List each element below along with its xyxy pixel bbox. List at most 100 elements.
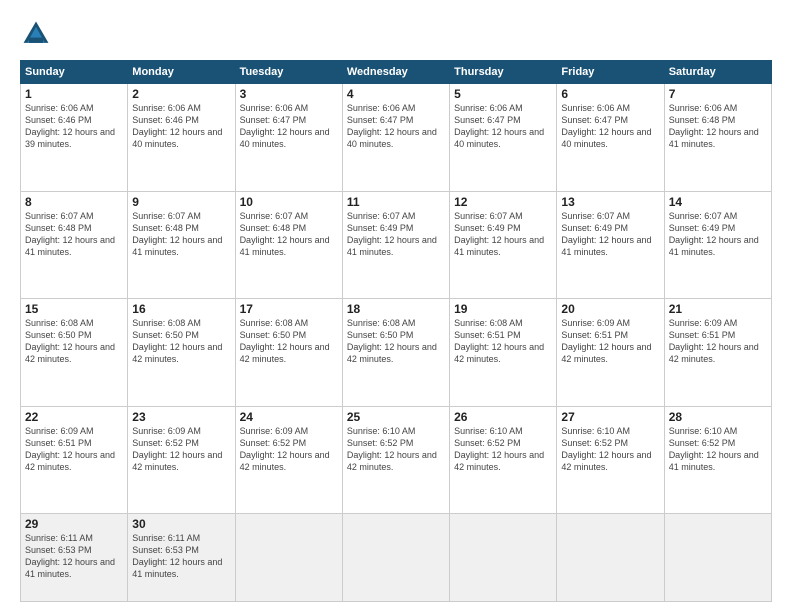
day-info: Sunrise: 6:11 AMSunset: 6:53 PMDaylight:… bbox=[132, 532, 230, 581]
day-number: 3 bbox=[240, 87, 338, 101]
day-number: 30 bbox=[132, 517, 230, 531]
calendar-day bbox=[342, 514, 449, 602]
page: SundayMondayTuesdayWednesdayThursdayFrid… bbox=[0, 0, 792, 612]
day-of-week-header: Monday bbox=[128, 61, 235, 84]
calendar-day: 7Sunrise: 6:06 AMSunset: 6:48 PMDaylight… bbox=[664, 84, 771, 192]
calendar-day: 24Sunrise: 6:09 AMSunset: 6:52 PMDayligh… bbox=[235, 406, 342, 514]
day-number: 19 bbox=[454, 302, 552, 316]
calendar-day: 27Sunrise: 6:10 AMSunset: 6:52 PMDayligh… bbox=[557, 406, 664, 514]
day-number: 20 bbox=[561, 302, 659, 316]
calendar-day bbox=[557, 514, 664, 602]
day-info: Sunrise: 6:06 AMSunset: 6:47 PMDaylight:… bbox=[561, 102, 659, 151]
day-info: Sunrise: 6:09 AMSunset: 6:51 PMDaylight:… bbox=[669, 317, 767, 366]
calendar: SundayMondayTuesdayWednesdayThursdayFrid… bbox=[20, 60, 772, 602]
day-of-week-header: Wednesday bbox=[342, 61, 449, 84]
calendar-day: 18Sunrise: 6:08 AMSunset: 6:50 PMDayligh… bbox=[342, 299, 449, 407]
calendar-day: 13Sunrise: 6:07 AMSunset: 6:49 PMDayligh… bbox=[557, 191, 664, 299]
calendar-day: 6Sunrise: 6:06 AMSunset: 6:47 PMDaylight… bbox=[557, 84, 664, 192]
day-number: 14 bbox=[669, 195, 767, 209]
day-number: 1 bbox=[25, 87, 123, 101]
day-number: 9 bbox=[132, 195, 230, 209]
calendar-day: 22Sunrise: 6:09 AMSunset: 6:51 PMDayligh… bbox=[21, 406, 128, 514]
calendar-day: 28Sunrise: 6:10 AMSunset: 6:52 PMDayligh… bbox=[664, 406, 771, 514]
day-number: 11 bbox=[347, 195, 445, 209]
logo bbox=[20, 18, 56, 50]
calendar-day: 3Sunrise: 6:06 AMSunset: 6:47 PMDaylight… bbox=[235, 84, 342, 192]
day-info: Sunrise: 6:07 AMSunset: 6:49 PMDaylight:… bbox=[669, 210, 767, 259]
day-info: Sunrise: 6:08 AMSunset: 6:50 PMDaylight:… bbox=[347, 317, 445, 366]
day-info: Sunrise: 6:06 AMSunset: 6:46 PMDaylight:… bbox=[25, 102, 123, 151]
day-info: Sunrise: 6:07 AMSunset: 6:49 PMDaylight:… bbox=[454, 210, 552, 259]
day-info: Sunrise: 6:08 AMSunset: 6:51 PMDaylight:… bbox=[454, 317, 552, 366]
calendar-day bbox=[664, 514, 771, 602]
day-number: 6 bbox=[561, 87, 659, 101]
day-number: 4 bbox=[347, 87, 445, 101]
logo-icon bbox=[20, 18, 52, 50]
calendar-day: 20Sunrise: 6:09 AMSunset: 6:51 PMDayligh… bbox=[557, 299, 664, 407]
day-info: Sunrise: 6:09 AMSunset: 6:52 PMDaylight:… bbox=[132, 425, 230, 474]
day-info: Sunrise: 6:06 AMSunset: 6:47 PMDaylight:… bbox=[240, 102, 338, 151]
day-info: Sunrise: 6:09 AMSunset: 6:52 PMDaylight:… bbox=[240, 425, 338, 474]
day-number: 16 bbox=[132, 302, 230, 316]
day-number: 5 bbox=[454, 87, 552, 101]
day-number: 22 bbox=[25, 410, 123, 424]
calendar-day: 15Sunrise: 6:08 AMSunset: 6:50 PMDayligh… bbox=[21, 299, 128, 407]
day-number: 17 bbox=[240, 302, 338, 316]
calendar-day: 14Sunrise: 6:07 AMSunset: 6:49 PMDayligh… bbox=[664, 191, 771, 299]
day-info: Sunrise: 6:07 AMSunset: 6:48 PMDaylight:… bbox=[240, 210, 338, 259]
day-info: Sunrise: 6:10 AMSunset: 6:52 PMDaylight:… bbox=[561, 425, 659, 474]
day-of-week-header: Tuesday bbox=[235, 61, 342, 84]
calendar-day: 4Sunrise: 6:06 AMSunset: 6:47 PMDaylight… bbox=[342, 84, 449, 192]
calendar-day: 19Sunrise: 6:08 AMSunset: 6:51 PMDayligh… bbox=[450, 299, 557, 407]
day-info: Sunrise: 6:10 AMSunset: 6:52 PMDaylight:… bbox=[454, 425, 552, 474]
day-of-week-header: Sunday bbox=[21, 61, 128, 84]
calendar-day: 8Sunrise: 6:07 AMSunset: 6:48 PMDaylight… bbox=[21, 191, 128, 299]
day-number: 13 bbox=[561, 195, 659, 209]
day-info: Sunrise: 6:06 AMSunset: 6:47 PMDaylight:… bbox=[454, 102, 552, 151]
day-info: Sunrise: 6:09 AMSunset: 6:51 PMDaylight:… bbox=[561, 317, 659, 366]
day-number: 21 bbox=[669, 302, 767, 316]
header bbox=[20, 18, 772, 50]
day-of-week-header: Saturday bbox=[664, 61, 771, 84]
calendar-day: 9Sunrise: 6:07 AMSunset: 6:48 PMDaylight… bbox=[128, 191, 235, 299]
day-info: Sunrise: 6:10 AMSunset: 6:52 PMDaylight:… bbox=[669, 425, 767, 474]
day-info: Sunrise: 6:06 AMSunset: 6:48 PMDaylight:… bbox=[669, 102, 767, 151]
day-number: 15 bbox=[25, 302, 123, 316]
calendar-day: 1Sunrise: 6:06 AMSunset: 6:46 PMDaylight… bbox=[21, 84, 128, 192]
day-info: Sunrise: 6:08 AMSunset: 6:50 PMDaylight:… bbox=[132, 317, 230, 366]
day-info: Sunrise: 6:11 AMSunset: 6:53 PMDaylight:… bbox=[25, 532, 123, 581]
calendar-day: 23Sunrise: 6:09 AMSunset: 6:52 PMDayligh… bbox=[128, 406, 235, 514]
calendar-day: 2Sunrise: 6:06 AMSunset: 6:46 PMDaylight… bbox=[128, 84, 235, 192]
day-number: 24 bbox=[240, 410, 338, 424]
day-info: Sunrise: 6:10 AMSunset: 6:52 PMDaylight:… bbox=[347, 425, 445, 474]
day-info: Sunrise: 6:08 AMSunset: 6:50 PMDaylight:… bbox=[25, 317, 123, 366]
calendar-day: 5Sunrise: 6:06 AMSunset: 6:47 PMDaylight… bbox=[450, 84, 557, 192]
calendar-day: 17Sunrise: 6:08 AMSunset: 6:50 PMDayligh… bbox=[235, 299, 342, 407]
day-of-week-header: Friday bbox=[557, 61, 664, 84]
day-number: 28 bbox=[669, 410, 767, 424]
day-number: 23 bbox=[132, 410, 230, 424]
calendar-day: 12Sunrise: 6:07 AMSunset: 6:49 PMDayligh… bbox=[450, 191, 557, 299]
calendar-day: 16Sunrise: 6:08 AMSunset: 6:50 PMDayligh… bbox=[128, 299, 235, 407]
calendar-day: 26Sunrise: 6:10 AMSunset: 6:52 PMDayligh… bbox=[450, 406, 557, 514]
calendar-day: 25Sunrise: 6:10 AMSunset: 6:52 PMDayligh… bbox=[342, 406, 449, 514]
day-info: Sunrise: 6:07 AMSunset: 6:48 PMDaylight:… bbox=[132, 210, 230, 259]
day-info: Sunrise: 6:06 AMSunset: 6:47 PMDaylight:… bbox=[347, 102, 445, 151]
day-number: 2 bbox=[132, 87, 230, 101]
calendar-day: 21Sunrise: 6:09 AMSunset: 6:51 PMDayligh… bbox=[664, 299, 771, 407]
day-number: 27 bbox=[561, 410, 659, 424]
calendar-day: 29Sunrise: 6:11 AMSunset: 6:53 PMDayligh… bbox=[21, 514, 128, 602]
day-number: 7 bbox=[669, 87, 767, 101]
calendar-day bbox=[235, 514, 342, 602]
day-number: 12 bbox=[454, 195, 552, 209]
day-info: Sunrise: 6:09 AMSunset: 6:51 PMDaylight:… bbox=[25, 425, 123, 474]
day-number: 18 bbox=[347, 302, 445, 316]
day-info: Sunrise: 6:06 AMSunset: 6:46 PMDaylight:… bbox=[132, 102, 230, 151]
calendar-day: 10Sunrise: 6:07 AMSunset: 6:48 PMDayligh… bbox=[235, 191, 342, 299]
calendar-day: 30Sunrise: 6:11 AMSunset: 6:53 PMDayligh… bbox=[128, 514, 235, 602]
calendar-day bbox=[450, 514, 557, 602]
day-of-week-header: Thursday bbox=[450, 61, 557, 84]
day-info: Sunrise: 6:08 AMSunset: 6:50 PMDaylight:… bbox=[240, 317, 338, 366]
day-number: 25 bbox=[347, 410, 445, 424]
day-number: 10 bbox=[240, 195, 338, 209]
